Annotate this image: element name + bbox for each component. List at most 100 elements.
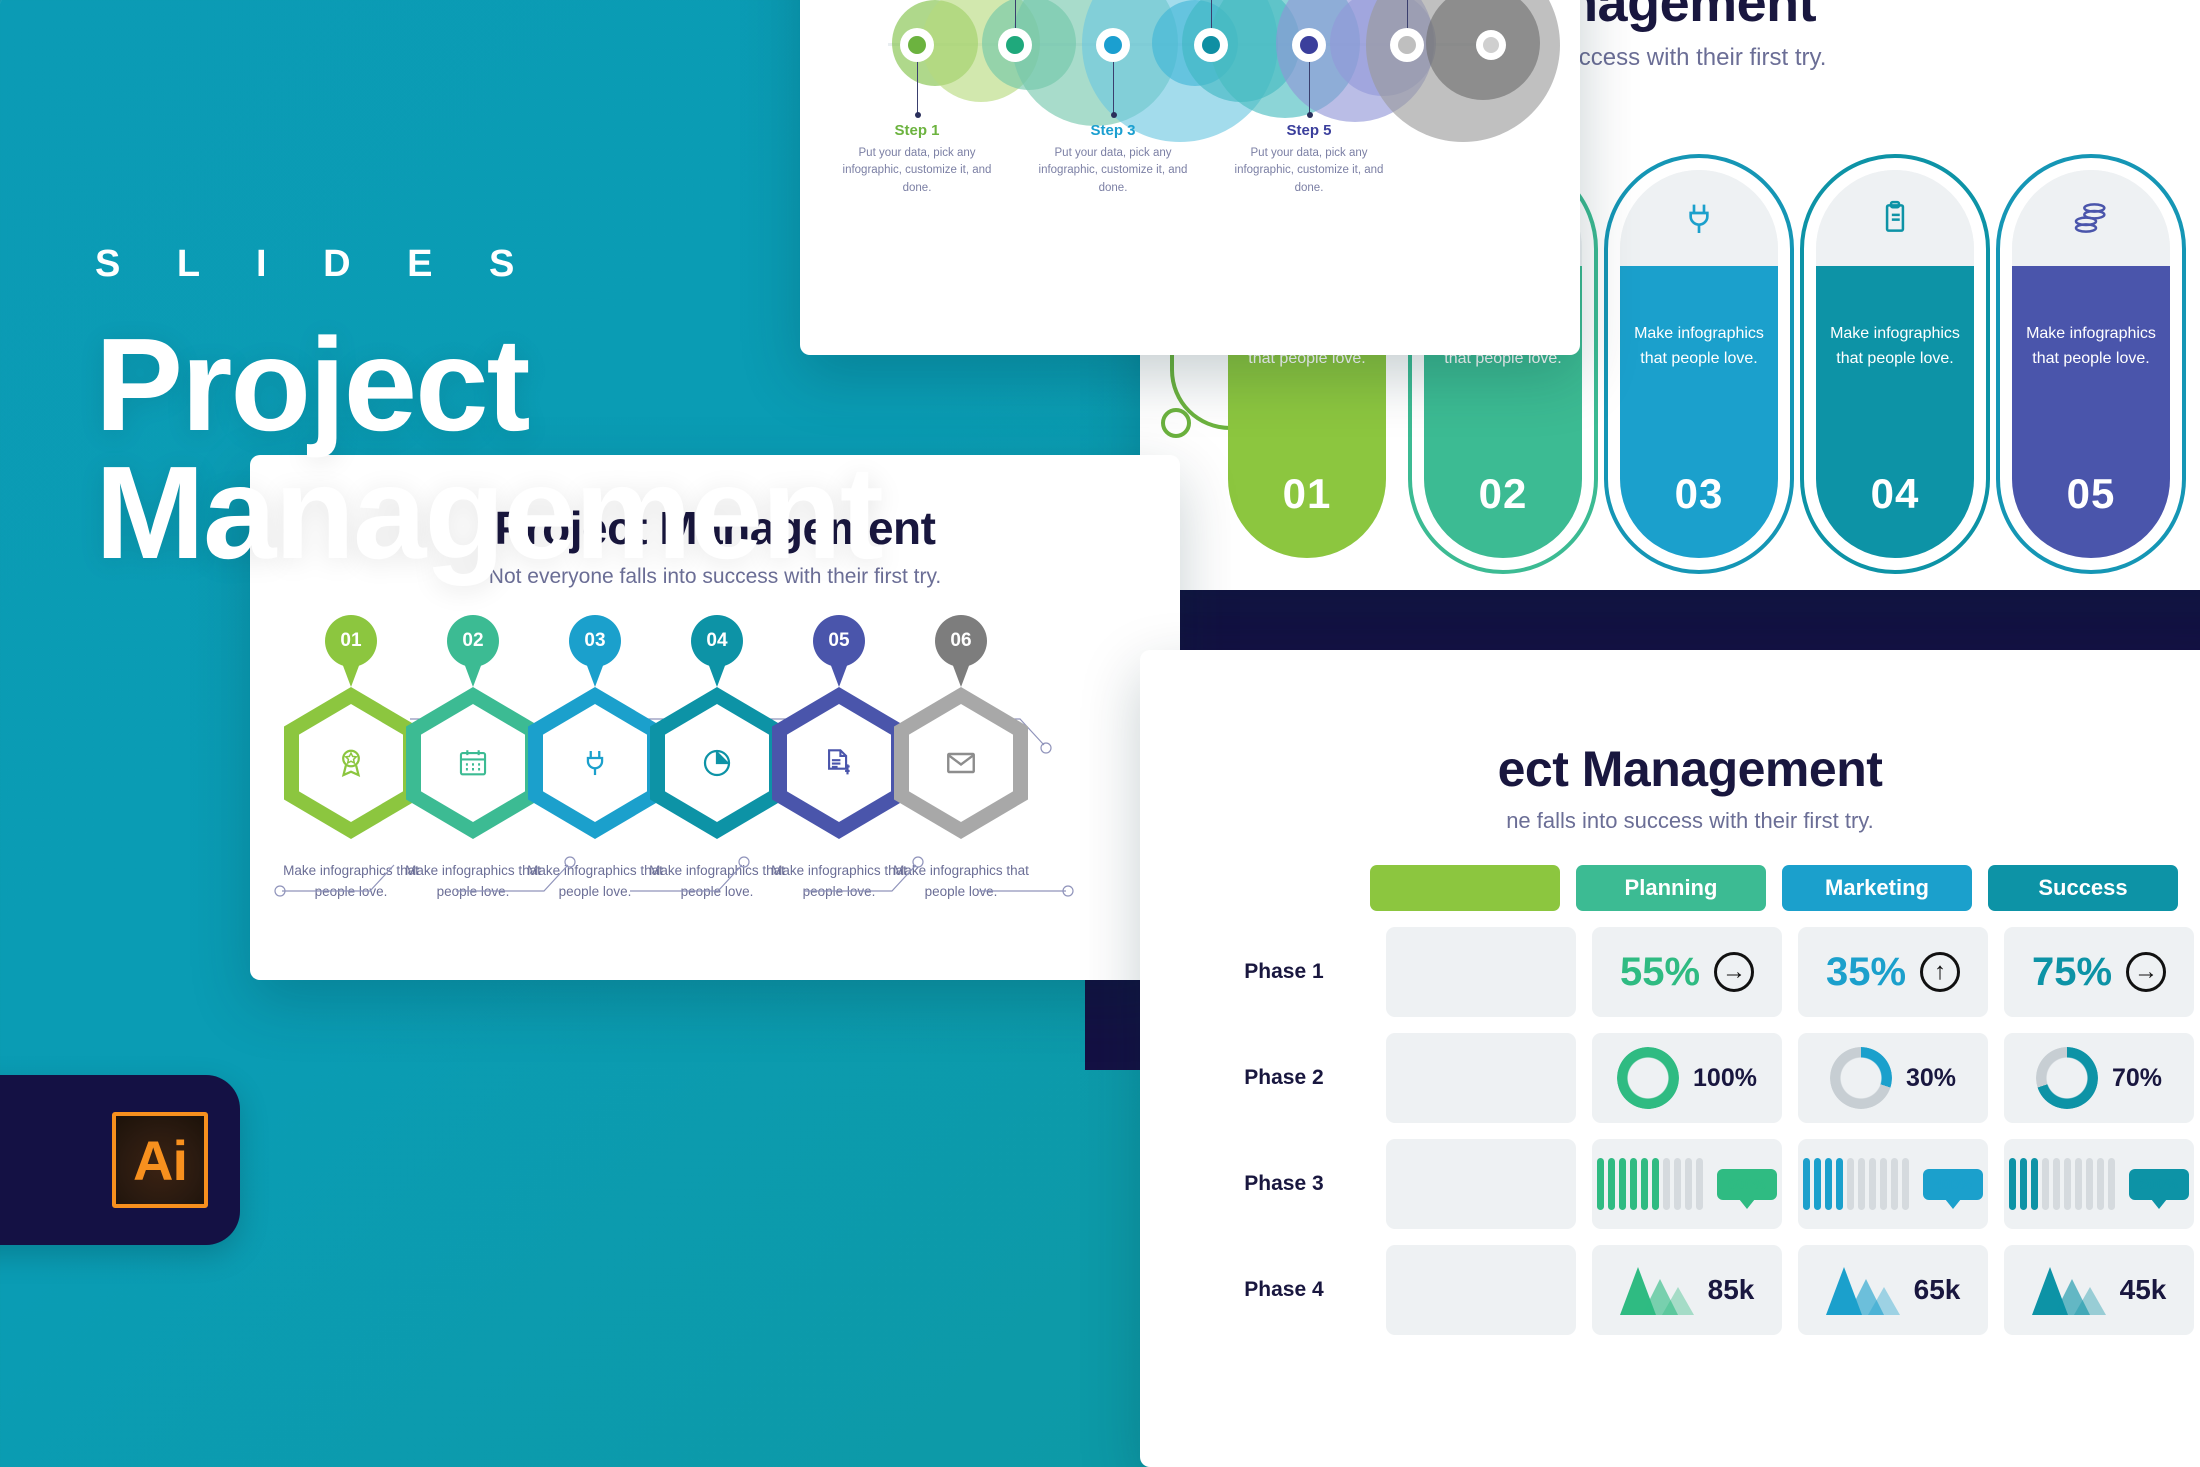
plug-icon	[586, 750, 604, 776]
hero-title: Project Management	[95, 311, 884, 587]
cell-phase1-col0[interactable]	[1386, 927, 1576, 1017]
table-column-header-marketing[interactable]: Marketing	[1782, 865, 1972, 911]
pill-number-01: 01	[1282, 470, 1332, 517]
pill-capsule-03[interactable]: Make infographics that people love. 03	[1620, 170, 1778, 558]
table-row: Phase 4 85k 65k 45k	[1198, 1245, 2194, 1335]
value-phase2-marketing: 30%	[1905, 1063, 1957, 1092]
value-phase4-planning: 85k	[1707, 1274, 1755, 1305]
envelope-icon	[947, 752, 975, 774]
mountain-chart-icon	[1825, 1263, 1900, 1317]
slide-card-table[interactable]: ect Management ne falls into success wit…	[1140, 650, 2200, 1467]
step-label-5: Step 5 Put your data, pick any infograph…	[1224, 122, 1394, 197]
donut-chart-icon	[2035, 1047, 2098, 1109]
bar-gauge-icon	[1802, 1158, 1909, 1210]
pill-capsule-04[interactable]: Make infographics that people love. 04	[1816, 170, 1974, 558]
hex-pin-04[interactable]: 04	[691, 615, 743, 667]
pill-item-04[interactable]: Make infographics that people love. 04	[1800, 154, 1990, 574]
bar-gauge-icon	[2008, 1158, 2115, 1210]
hex-pin-03[interactable]: 03	[569, 615, 621, 667]
row-label-phase-1: Phase 1	[1244, 960, 1324, 983]
table-column-header-0[interactable]	[1370, 865, 1560, 911]
timeline-node-3[interactable]	[1096, 28, 1130, 62]
value-phase4-success: 45k	[2119, 1274, 2167, 1305]
cell-phase4-success[interactable]: 45k	[2004, 1245, 2194, 1335]
slide-card-bubble-timeline[interactable]: Project Management Not everyone falls in…	[800, 0, 1580, 355]
table-row: Phase 3 600% 400% 300%	[1198, 1139, 2194, 1229]
cell-phase3-success[interactable]: 300%	[2004, 1139, 2194, 1229]
cell-phase1-marketing[interactable]: 35% ↑	[1798, 927, 1988, 1017]
bubble-timeline: Step 2 Put your data, pick any infograph…	[800, 0, 1580, 194]
donut-chart-icon	[1829, 1047, 1892, 1109]
hex-pin-number-03: 03	[584, 630, 606, 651]
hex-inner-06	[909, 704, 1013, 822]
pill-item-03[interactable]: Make infographics that people love. 03	[1604, 154, 1794, 574]
cell-phase3-col0[interactable]	[1386, 1139, 1576, 1229]
step-label-1: Step 1 Put your data, pick any infograph…	[832, 122, 1002, 197]
cell-phase2-marketing[interactable]: 30%	[1798, 1033, 1988, 1123]
pill-number-04: 04	[1870, 470, 1920, 517]
hex-pin-05[interactable]: 05	[813, 615, 865, 667]
arrow-right-circle-icon: →	[1714, 952, 1755, 992]
hex-pin-06[interactable]: 06	[935, 615, 987, 667]
mountain-chart-icon	[2031, 1263, 2106, 1317]
cell-phase2-success[interactable]: 70%	[2004, 1033, 2194, 1123]
pill-capsule-05[interactable]: Make infographics that people love. 05	[2012, 170, 2170, 558]
hex-pin-number-06: 06	[950, 630, 972, 651]
invoice-dollar-icon	[828, 749, 850, 775]
value-phase1-marketing: 35%	[1825, 949, 1907, 994]
timeline-node-1[interactable]	[900, 28, 934, 62]
hero-block: S L I D E S Project Management	[95, 245, 884, 587]
hex-inner-04	[665, 704, 769, 822]
row-label-phase-3: Phase 3	[1244, 1172, 1324, 1195]
pill-item-05[interactable]: Make infographics that people love. 05	[1996, 154, 2186, 574]
value-phase1-success: 75%	[2031, 949, 2113, 994]
cell-phase3-marketing[interactable]: 400%	[1798, 1139, 1988, 1229]
adobe-illustrator-badge: Ai	[0, 1075, 240, 1245]
ai-icon: Ai	[112, 1112, 208, 1208]
mountain-chart-icon	[1619, 1263, 1694, 1317]
value-phase3-marketing: 400%	[1922, 1168, 1984, 1200]
arrow-up-circle-icon: ↑	[1920, 952, 1961, 992]
step-3-title: Step 3	[1090, 122, 1136, 139]
hex-pin-number-02: 02	[462, 630, 484, 651]
step-1-desc: Put your data, pick any infographic, cus…	[842, 147, 992, 194]
pill-text-05: Make infographics that people love.	[2026, 325, 2156, 367]
value-phase1-planning: 55%	[1619, 949, 1701, 994]
cell-phase1-success[interactable]: 75% →	[2004, 927, 2194, 1017]
hex-inner-03	[543, 704, 647, 822]
cell-phase4-col0[interactable]	[1386, 1245, 1576, 1335]
timeline-node-4[interactable]	[1194, 28, 1228, 62]
timeline-node-6[interactable]	[1390, 28, 1424, 62]
value-phase3-planning: 600%	[1716, 1168, 1778, 1200]
cell-phase4-planning[interactable]: 85k	[1592, 1245, 1782, 1335]
table-header-row: Planning Marketing Success	[1370, 865, 2194, 911]
table-column-header-success[interactable]: Success	[1988, 865, 2178, 911]
timeline-node-7	[1476, 30, 1506, 60]
row-label-phase-2: Phase 2	[1244, 1066, 1324, 1089]
hex-pin-01[interactable]: 01	[325, 615, 377, 667]
award-ribbon-icon	[341, 749, 361, 777]
card-table-header: ect Management ne falls into success wit…	[1140, 650, 2200, 834]
cell-phase4-marketing[interactable]: 65k	[1798, 1245, 1988, 1335]
timeline-node-5[interactable]	[1292, 28, 1326, 62]
arrow-right-circle-icon-2: →	[2126, 952, 2167, 992]
table-row: Phase 2 100% 30% 70%	[1198, 1033, 2194, 1123]
pill-body-04: Make infographics that people love. 04	[1816, 266, 1974, 558]
cell-phase1-planning[interactable]: 55% →	[1592, 927, 1782, 1017]
hex-inner-02	[421, 704, 525, 822]
step-label-3: Step 3 Put your data, pick any infograph…	[1028, 122, 1198, 197]
calendar-icon	[459, 750, 487, 776]
card-table-subtitle: ne falls into success with their first t…	[1506, 808, 1874, 833]
cell-phase3-planning[interactable]: 600%	[1592, 1139, 1782, 1229]
phase-metrics-table: Planning Marketing Success Phase 1 55% →…	[1198, 865, 2194, 1335]
step-5-desc: Put your data, pick any infographic, cus…	[1234, 147, 1384, 194]
hex-pin-02[interactable]: 02	[447, 615, 499, 667]
pill-number-05: 05	[2066, 470, 2116, 517]
table-column-header-planning[interactable]: Planning	[1576, 865, 1766, 911]
cell-phase2-planning[interactable]: 100%	[1592, 1033, 1782, 1123]
hex-inner-05	[787, 704, 891, 822]
timeline-node-2[interactable]	[998, 28, 1032, 62]
value-phase2-planning: 100%	[1693, 1063, 1757, 1092]
hex-pin-number-05: 05	[828, 630, 850, 651]
cell-phase2-col0[interactable]	[1386, 1033, 1576, 1123]
